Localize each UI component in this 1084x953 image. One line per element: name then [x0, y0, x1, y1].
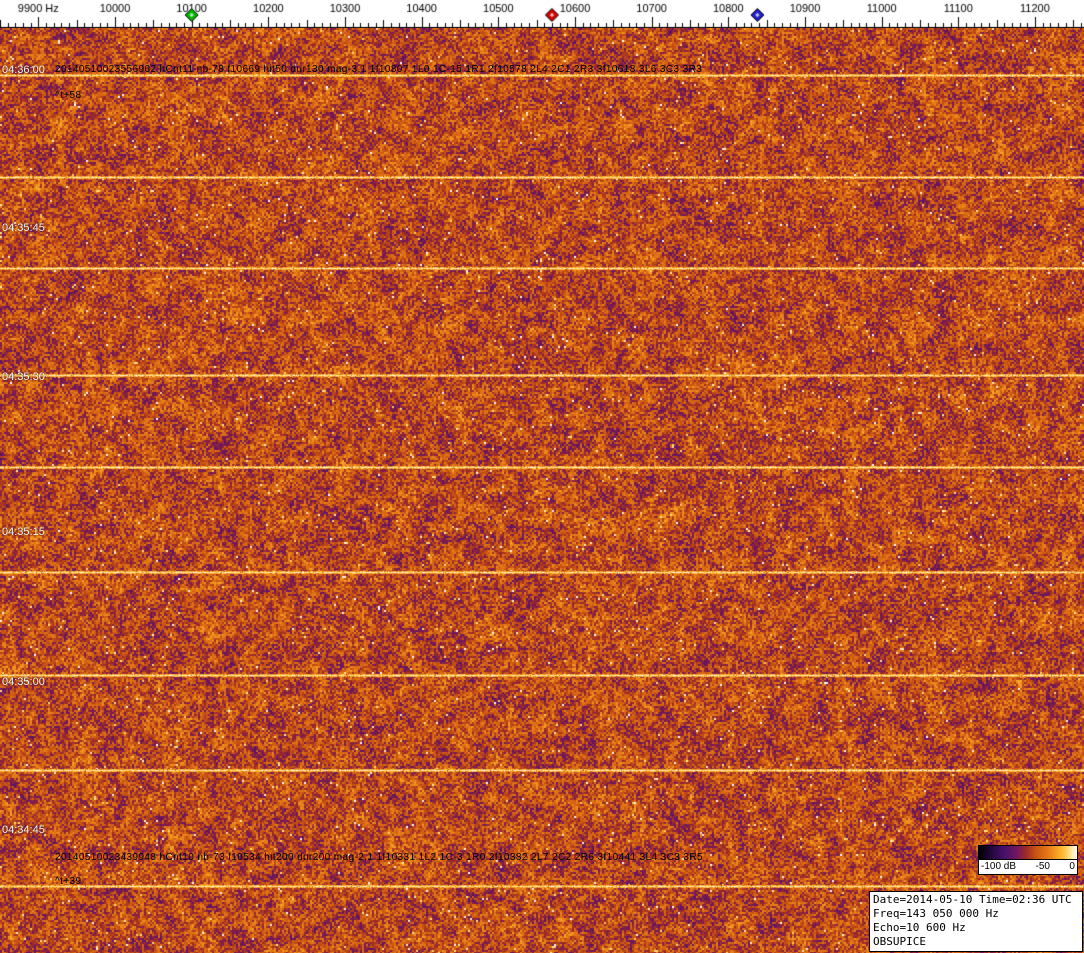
colorbar: -100 dB -50 0 [978, 845, 1078, 875]
colorbar-mid-label: -50 [1036, 861, 1050, 873]
frequency-ruler[interactable] [0, 0, 1084, 28]
colorbar-max-label: 0 [1069, 861, 1075, 873]
info-station-name: OBSUPICE [873, 935, 1079, 949]
info-frequency: Freq=143 050 000 Hz [873, 907, 1079, 921]
spectrogram-window: 04:36:00 04:35:45 04:35:30 04:35:15 04:35:00… [0, 0, 1084, 953]
colorbar-min-label: -100 dB [981, 861, 1016, 873]
colorbar-labels: -100 dB -50 0 [978, 860, 1078, 875]
info-echo-frequency: Echo=10 600 Hz [873, 921, 1079, 935]
spectrogram-waterfall[interactable] [0, 28, 1084, 953]
status-info-box: Date=2014-05-10 Time=02:36 UTC Freq=143 … [869, 891, 1083, 952]
info-date-time: Date=2014-05-10 Time=02:36 UTC [873, 893, 1079, 907]
colorbar-gradient [978, 845, 1078, 860]
